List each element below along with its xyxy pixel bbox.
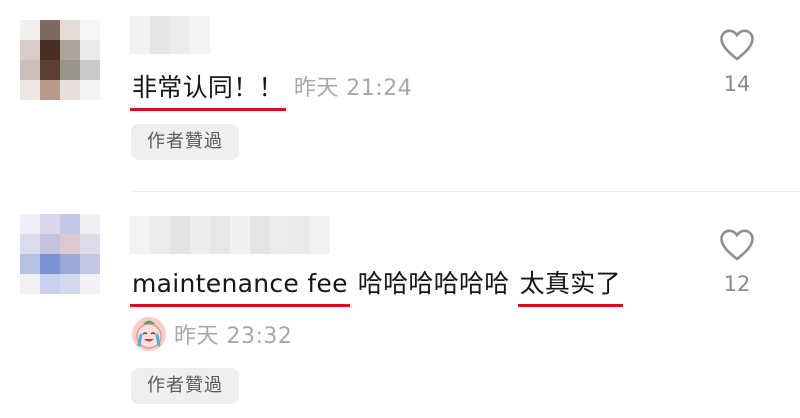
like-button[interactable]: 12 xyxy=(710,228,764,296)
username-blurred[interactable] xyxy=(130,216,330,254)
username-pixel xyxy=(130,16,150,54)
avatar-pixel xyxy=(80,20,100,40)
highlighted-text: 非常认同！！ xyxy=(130,73,286,111)
avatar-pixel xyxy=(20,214,40,234)
avatar-pixel xyxy=(60,254,80,274)
avatar-pixel xyxy=(60,214,80,234)
comment-text-plain: 哈哈哈哈哈哈 xyxy=(357,269,510,298)
username-pixel xyxy=(230,216,250,254)
author-liked-badge[interactable]: 作者贊過 xyxy=(131,124,239,160)
comment-item: maintenance fee 哈哈哈哈哈哈 太真实了 昨天 23:32 作者贊過 … xyxy=(0,192,800,418)
username-pixel xyxy=(250,216,270,254)
sticker-time-row: 昨天 23:32 xyxy=(132,317,293,351)
avatar-pixel xyxy=(60,274,80,294)
like-count: 14 xyxy=(723,72,751,96)
username-pixel xyxy=(130,216,150,254)
username-pixel xyxy=(210,216,230,254)
avatar-pixel xyxy=(40,274,60,294)
comment-text: maintenance fee 哈哈哈哈哈哈 太真实了 xyxy=(130,268,624,307)
heart-icon[interactable] xyxy=(719,228,755,262)
comment-text: 非常认同！！ 昨天 21:24 xyxy=(130,72,413,111)
username-pixel xyxy=(150,216,170,254)
avatar-pixel xyxy=(80,60,100,80)
username-pixel xyxy=(290,216,310,254)
username-pixel xyxy=(150,16,170,54)
username-pixel xyxy=(190,16,210,54)
avatar-pixel xyxy=(40,234,60,254)
avatar-pixel xyxy=(80,214,100,234)
avatar-pixel xyxy=(40,80,60,100)
avatar-pixel xyxy=(40,60,60,80)
username-pixel xyxy=(310,216,330,254)
author-liked-badge[interactable]: 作者贊過 xyxy=(131,368,239,404)
avatar-pixel xyxy=(80,234,100,254)
like-button[interactable]: 14 xyxy=(710,28,764,96)
username-pixel xyxy=(270,216,290,254)
avatar[interactable] xyxy=(20,20,100,100)
avatar-pixel xyxy=(60,60,80,80)
avatar-pixel xyxy=(20,60,40,80)
highlighted-text: 太真实了 xyxy=(517,269,624,307)
avatar-pixel xyxy=(40,40,60,60)
avatar-pixel xyxy=(80,80,100,100)
avatar-pixel xyxy=(20,20,40,40)
avatar-pixel xyxy=(20,80,40,100)
avatar-pixel xyxy=(60,40,80,60)
avatar-pixel xyxy=(80,254,100,274)
avatar-pixel xyxy=(20,40,40,60)
avatar-pixel xyxy=(20,254,40,274)
timestamp: 昨天 21:24 xyxy=(293,76,413,101)
username-pixel xyxy=(170,216,190,254)
avatar-pixel xyxy=(40,20,60,40)
username-pixel xyxy=(170,16,190,54)
comment-item: 非常认同！！ 昨天 21:24 作者贊過 14 xyxy=(0,0,800,190)
avatar-pixel xyxy=(80,40,100,60)
crying-laughing-sticker-icon xyxy=(132,317,166,351)
highlighted-text: maintenance fee xyxy=(130,269,350,307)
avatar-pixel xyxy=(60,20,80,40)
avatar-pixel xyxy=(40,214,60,234)
avatar-pixel xyxy=(80,274,100,294)
avatar[interactable] xyxy=(20,214,100,294)
avatar-pixel xyxy=(20,234,40,254)
heart-icon[interactable] xyxy=(719,28,755,62)
username-blurred[interactable] xyxy=(130,16,210,54)
avatar-pixel xyxy=(60,234,80,254)
username-pixel xyxy=(190,216,210,254)
avatar-pixel xyxy=(20,274,40,294)
timestamp: 昨天 23:32 xyxy=(174,324,293,349)
like-count: 12 xyxy=(723,272,751,296)
avatar-pixel xyxy=(60,80,80,100)
avatar-pixel xyxy=(40,254,60,274)
